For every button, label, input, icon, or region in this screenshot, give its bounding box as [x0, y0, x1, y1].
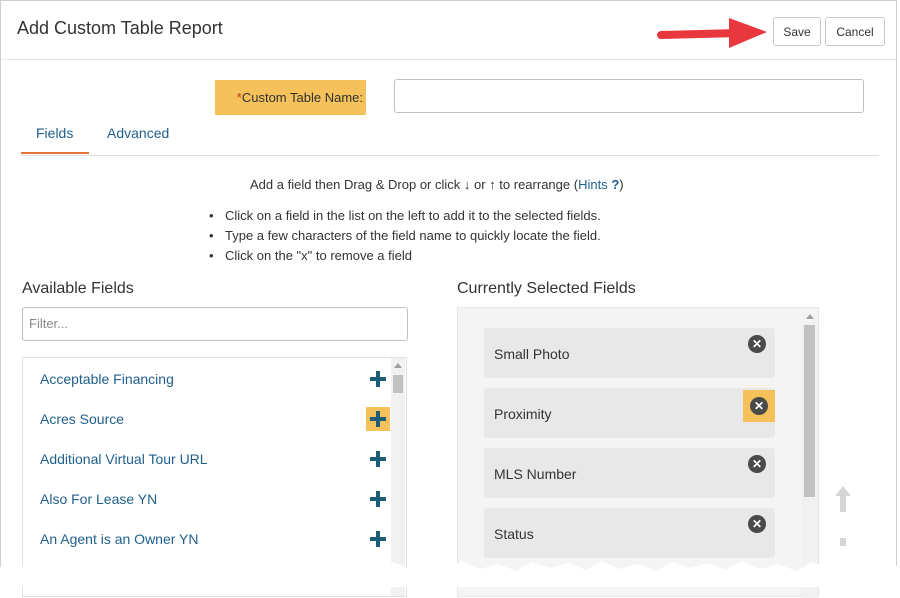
custom-table-name-label: *Custom Table Name:: [215, 80, 366, 115]
list-item: Click on a field in the list on the left…: [209, 206, 601, 226]
instructions-suffix: to rearrange (: [495, 177, 579, 192]
instructions-text: Add a field then Drag & Drop or click: [250, 177, 464, 192]
selected-field-chip[interactable]: Small Photo ✕: [484, 328, 775, 378]
chip-label: Small Photo: [494, 346, 570, 362]
scrollbar-thumb[interactable]: [393, 375, 403, 393]
hints-link[interactable]: Hints: [578, 177, 608, 192]
list-item[interactable]: Acres Source: [40, 411, 124, 427]
tab-bar: Fields Advanced: [21, 117, 879, 156]
list-item[interactable]: Additional Virtual Tour URL: [40, 451, 208, 467]
filter-input[interactable]: Filter...: [22, 307, 408, 341]
plus-icon[interactable]: [366, 407, 390, 431]
remove-highlight: ✕: [743, 390, 775, 422]
list-item[interactable]: Also For Lease YN: [40, 491, 157, 507]
selected-field-chip[interactable]: Status ✕: [484, 508, 775, 558]
instructions-line: Add a field then Drag & Drop or click ↓ …: [250, 177, 624, 192]
tab-advanced[interactable]: Advanced: [107, 125, 169, 141]
tab-fields[interactable]: Fields: [36, 125, 73, 141]
plus-icon[interactable]: [366, 367, 390, 391]
name-label-text: Custom Table Name:: [241, 90, 363, 105]
custom-table-name-input[interactable]: [394, 79, 864, 113]
remove-icon[interactable]: ✕: [748, 455, 766, 473]
remove-icon[interactable]: ✕: [748, 335, 766, 353]
instructions-close-paren: ): [619, 177, 624, 192]
list-item[interactable]: An Agent is an Owner YN: [40, 531, 199, 547]
save-button[interactable]: Save: [773, 17, 821, 46]
plus-icon[interactable]: [366, 487, 390, 511]
dialog-title: Add Custom Table Report: [17, 18, 223, 38]
remove-icon[interactable]: ✕: [750, 397, 768, 415]
plus-icon[interactable]: [366, 447, 390, 471]
remove-icon[interactable]: ✕: [748, 515, 766, 533]
instructions-list: Click on a field in the list on the left…: [209, 206, 601, 266]
chip-label: Proximity: [494, 406, 552, 422]
chip-label: MLS Number: [494, 466, 577, 482]
scroll-up-icon[interactable]: [394, 363, 402, 368]
red-arrow-icon: [657, 18, 767, 48]
move-up-arrow-icon[interactable]: [833, 486, 853, 546]
active-tab-indicator: [21, 152, 89, 154]
selected-fields-title: Currently Selected Fields: [457, 280, 636, 297]
selected-field-chip[interactable]: Proximity ✕: [484, 388, 775, 438]
instructions-or: or: [470, 177, 490, 192]
dialog-header: Add Custom Table Report Save Cancel: [1, 1, 896, 60]
selected-fields-list: Small Photo ✕ Proximity ✕ MLS Number ✕ S…: [457, 307, 819, 598]
list-item[interactable]: Acceptable Financing: [40, 371, 174, 387]
plus-icon[interactable]: [366, 527, 390, 551]
torn-edge-decoration: [0, 561, 900, 587]
chip-label: Status: [494, 526, 534, 542]
scroll-up-icon[interactable]: [806, 314, 814, 319]
available-fields-title: Available Fields: [22, 280, 134, 297]
scrollbar-thumb[interactable]: [804, 325, 815, 497]
list-item: Click on the "x" to remove a field: [209, 246, 601, 266]
cancel-button[interactable]: Cancel: [825, 17, 885, 46]
selected-field-chip[interactable]: MLS Number ✕: [484, 448, 775, 498]
list-item: Type a few characters of the field name …: [209, 226, 601, 246]
add-custom-table-report-dialog: Add Custom Table Report Save Cancel *Cus…: [0, 0, 897, 598]
